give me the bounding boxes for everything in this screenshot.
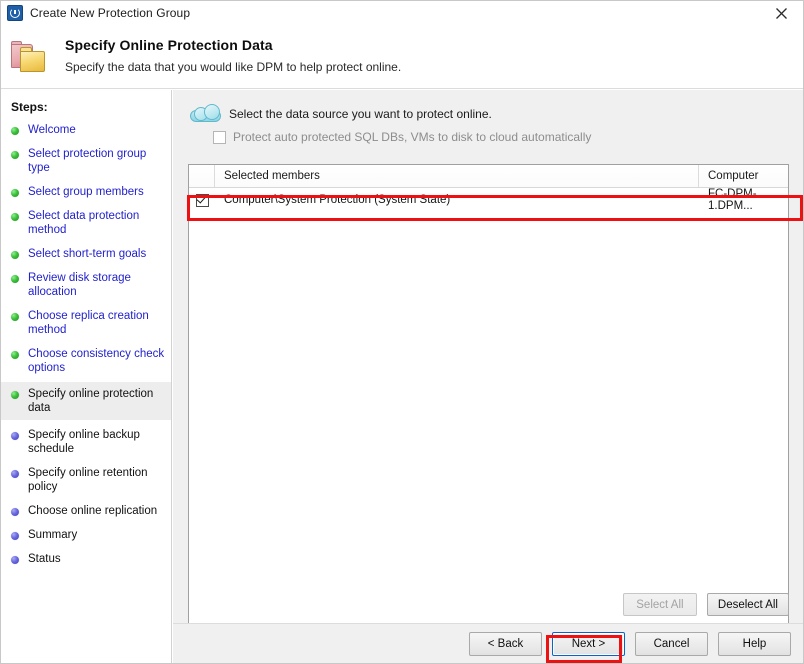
sidebar-item-specify-online-retention-policy[interactable]: Specify online retention policy	[1, 463, 171, 497]
selected-members-table: Selected members Computer Computer\Syste…	[188, 164, 789, 661]
row-checkbox-cell[interactable]	[189, 188, 215, 212]
sidebar-item-label: Specify online protection data	[28, 388, 154, 414]
sidebar-item-label: Choose replica creation method	[28, 310, 149, 336]
sidebar-item-label: Specify online retention policy	[28, 467, 148, 493]
table-row[interactable]: Computer\System Protection (System State…	[189, 188, 788, 212]
title-bar: Create New Protection Group	[1, 1, 803, 25]
auto-protect-label: Protect auto protected SQL DBs, VMs to d…	[233, 130, 592, 144]
sidebar-item-select-group-members[interactable]: Select group members	[1, 182, 171, 202]
row-checkbox[interactable]	[195, 192, 209, 207]
steps-heading: Steps:	[11, 100, 48, 114]
sidebar-item-status[interactable]: Status	[1, 549, 171, 569]
back-button[interactable]: < Back	[469, 632, 542, 656]
row-computer-name: FC-DPM-1.DPM...	[708, 188, 757, 212]
sidebar-item-specify-online-protection-data[interactable]: Specify online protection data	[1, 382, 171, 420]
sidebar-item-select-short-term-goals[interactable]: Select short-term goals	[1, 244, 171, 264]
footer-buttons: < Back Next > Cancel Help	[469, 632, 791, 656]
step-bullet-icon	[11, 251, 19, 259]
sidebar-item-choose-online-replication[interactable]: Choose online replication	[1, 501, 171, 521]
auto-protect-checkbox[interactable]	[213, 130, 226, 144]
sidebar-item-label: Select short-term goals	[28, 248, 147, 260]
sidebar-item-choose-replica-creation-method[interactable]: Choose replica creation method	[1, 306, 171, 340]
sidebar-item-label: Summary	[28, 529, 78, 541]
sidebar-item-label: Review disk storage allocation	[28, 272, 131, 298]
sidebar-item-summary[interactable]: Summary	[1, 525, 171, 545]
selection-buttons: Select All Deselect All	[622, 593, 789, 616]
sidebar-item-label: Welcome	[28, 124, 76, 136]
sidebar-item-choose-consistency-check-options[interactable]: Choose consistency check options	[1, 344, 171, 378]
sidebar-item-label: Specify online backup schedule	[28, 429, 140, 455]
cancel-button[interactable]: Cancel	[635, 632, 708, 656]
sidebar-item-label: Select protection group type	[28, 148, 147, 174]
step-bullet-icon	[11, 151, 19, 159]
step-bullet-icon	[11, 391, 19, 399]
window-title: Create New Protection Group	[30, 6, 191, 20]
sidebar-item-review-disk-storage-allocation[interactable]: Review disk storage allocation	[1, 268, 171, 302]
column-header-computer: Computer	[699, 165, 788, 187]
step-bullet-icon	[11, 556, 19, 564]
help-button[interactable]: Help	[718, 632, 791, 656]
auto-protect-row[interactable]: Protect auto protected SQL DBs, VMs to d…	[213, 130, 591, 144]
sidebar-item-label: Status	[28, 553, 61, 565]
cloud-icon	[189, 103, 223, 125]
column-header-checkbox	[189, 165, 215, 187]
steps-sidebar: Steps: Welcome Select protection group t…	[1, 90, 172, 663]
step-bullet-icon	[11, 508, 19, 516]
page-title: Specify Online Protection Data	[65, 37, 273, 53]
step-bullet-icon	[11, 127, 19, 135]
next-button[interactable]: Next >	[552, 632, 625, 656]
sidebar-item-welcome[interactable]: Welcome	[1, 120, 171, 140]
sidebar-item-label: Select group members	[28, 186, 144, 198]
instruction-text: Select the data source you want to prote…	[229, 107, 492, 121]
step-bullet-icon	[11, 189, 19, 197]
close-icon[interactable]	[759, 1, 803, 25]
step-bullet-icon	[11, 351, 19, 359]
main-content: Select the data source you want to prote…	[173, 90, 803, 661]
sidebar-item-specify-online-backup-schedule[interactable]: Specify online backup schedule	[1, 425, 171, 459]
step-bullet-icon	[11, 213, 19, 221]
create-protection-group-dialog: Create New Protection Group Specify Onli…	[0, 0, 804, 664]
folder-icon	[11, 41, 47, 74]
dpm-clock-icon	[7, 5, 23, 21]
table-header-row: Selected members Computer	[189, 165, 788, 188]
dialog-header: Specify Online Protection Data Specify t…	[1, 25, 803, 89]
sidebar-item-label: Choose consistency check options	[28, 348, 165, 374]
sidebar-item-select-data-protection-method[interactable]: Select data protection method	[1, 206, 171, 240]
sidebar-item-select-protection-group-type[interactable]: Select protection group type	[1, 144, 171, 178]
row-member-name: Computer\System Protection (System State…	[224, 194, 451, 206]
deselect-all-button[interactable]: Deselect All	[706, 593, 789, 616]
step-bullet-icon	[11, 275, 19, 283]
sidebar-item-label: Select data protection method	[28, 210, 140, 236]
page-subtitle: Specify the data that you would like DPM…	[65, 60, 402, 74]
select-all-button[interactable]: Select All	[622, 593, 697, 616]
step-bullet-icon	[11, 432, 19, 440]
step-bullet-icon	[11, 470, 19, 478]
step-bullet-icon	[11, 313, 19, 321]
dialog-footer: < Back Next > Cancel Help	[173, 623, 803, 663]
column-header-selected-members: Selected members	[215, 165, 699, 187]
sidebar-item-label: Choose online replication	[28, 505, 158, 517]
step-bullet-icon	[11, 532, 19, 540]
